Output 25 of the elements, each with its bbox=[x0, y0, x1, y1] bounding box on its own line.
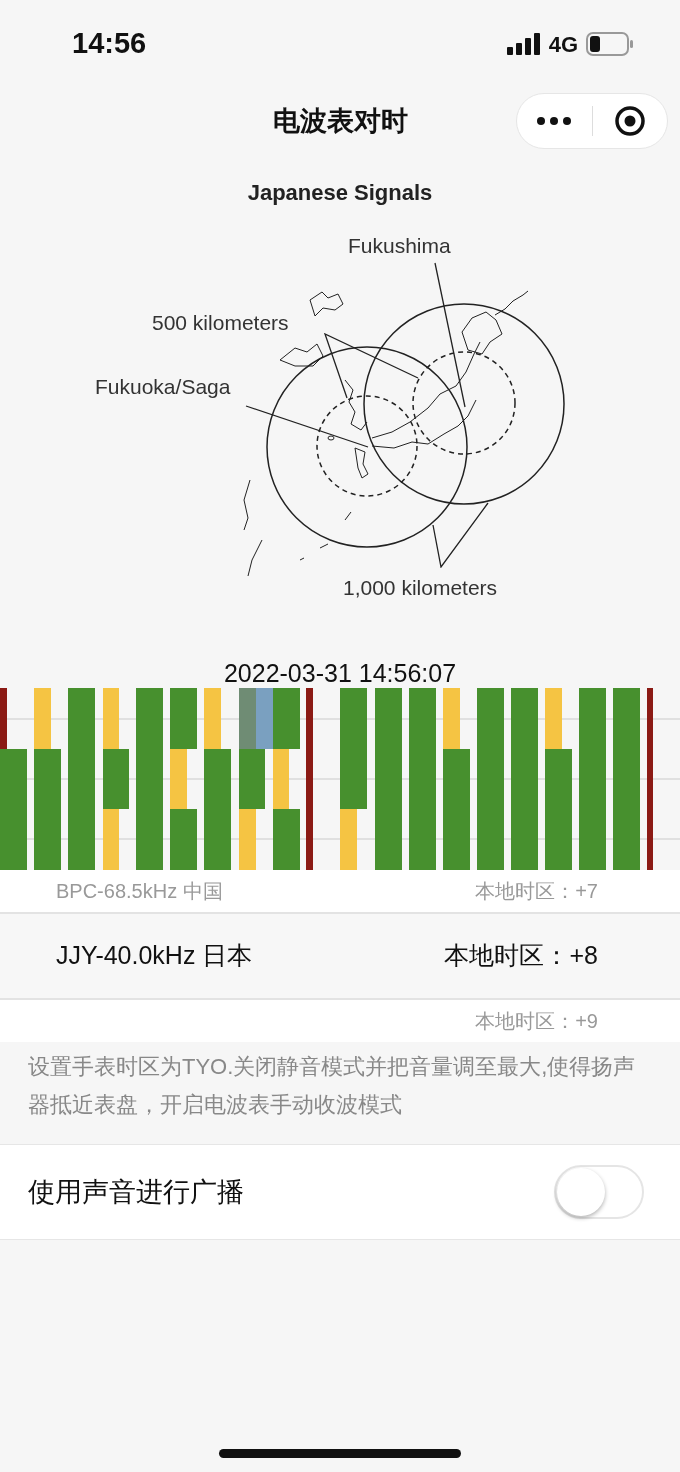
map-label: Fukushima bbox=[348, 233, 451, 259]
target-icon bbox=[613, 105, 646, 137]
network-type: 4G bbox=[548, 30, 578, 59]
map-label: Fukuoka/Saga bbox=[95, 374, 231, 400]
diagram-title: Japanese Signals bbox=[246, 179, 434, 207]
timezone-text: 本地时区：+8 bbox=[444, 940, 598, 972]
picker-row[interactable]: JJY-40.0kHz 日本 本地时区：+8 bbox=[0, 912, 680, 1000]
picker-row[interactable]: BPC-68.5kHz 中国 本地时区：+7 bbox=[0, 870, 680, 912]
status-time: 14:56 bbox=[72, 26, 147, 62]
picker-row[interactable]: 本地时区：+9 bbox=[0, 1000, 680, 1042]
station-name: BPC-68.5kHz 中国 bbox=[56, 879, 223, 904]
timestamp: 2022-03-31 14:56:07 bbox=[223, 658, 457, 688]
toggle-switch[interactable] bbox=[554, 1165, 644, 1219]
more-icon bbox=[537, 117, 572, 125]
station-name: JJY-40.0kHz 日本 bbox=[56, 940, 253, 972]
battery-icon bbox=[586, 32, 634, 56]
signal-icon bbox=[506, 33, 541, 55]
timezone-text: 本地时区：+9 bbox=[475, 1009, 598, 1034]
sound-broadcast-label: 使用声音进行广播 bbox=[28, 1175, 244, 1209]
instruction-text: 设置手表时区为TYO.关闭静音模式并把音量调至最大,使得扬声器抵近表盘，开启电波表手动收波模式 bbox=[28, 1053, 637, 1119]
map-label: 500 kilometers bbox=[152, 310, 289, 336]
leader-line bbox=[432, 502, 489, 568]
page-title: 电波表对时 bbox=[272, 104, 408, 138]
timezone-text: 本地时区：+7 bbox=[475, 879, 598, 904]
map-label: 1,000 kilometers bbox=[343, 575, 498, 601]
